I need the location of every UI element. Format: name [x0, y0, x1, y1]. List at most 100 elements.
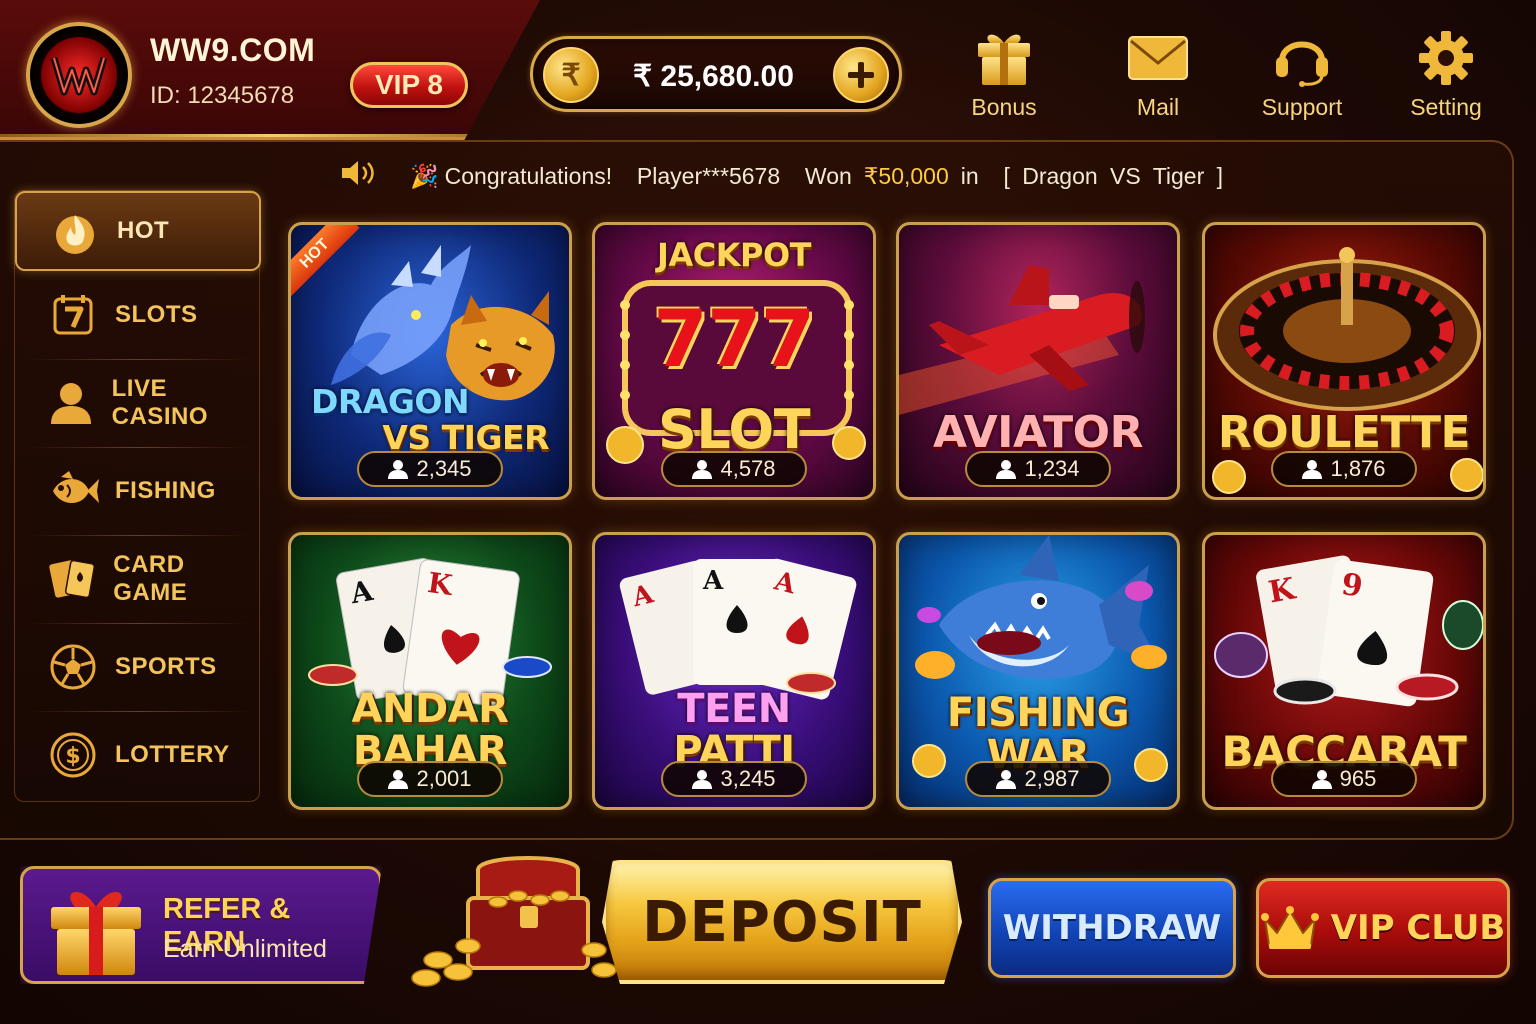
game-title: AVIATOR — [933, 407, 1143, 458]
user-icon — [1302, 460, 1323, 479]
sidebar-item-label: SPORTS — [115, 653, 217, 680]
balance-value: ₹ 25,680.00 — [633, 60, 794, 93]
game-title-line2: VS TIGER — [382, 418, 549, 457]
user-icon — [388, 770, 409, 789]
nav-support-label: Support — [1261, 94, 1343, 120]
envelope-icon — [1126, 28, 1190, 88]
fish-icon — [45, 463, 101, 519]
sidebar-item-live-casino[interactable]: LIVE CASINO — [15, 363, 261, 443]
vip-badge[interactable]: VIP 8 — [350, 62, 468, 108]
divider — [29, 359, 249, 360]
category-sidebar: HOT SLOTS LIVE CASINO FISHING CARD GAME … — [14, 190, 261, 802]
sidebar-item-label: LIVE CASINO — [111, 375, 208, 430]
deposit-label: DEPOSIT — [642, 889, 922, 955]
sidebar-item-label: SLOTS — [115, 301, 198, 328]
headset-icon — [1270, 28, 1334, 88]
player-count: 2,987 — [965, 761, 1111, 797]
game-card-fishing-war[interactable]: FISHING WAR 2,987 — [896, 532, 1180, 810]
game-card-andar-bahar[interactable]: A K ANDAR BAHAR 2,001 — [288, 532, 572, 810]
sidebar-item-label: CARD GAME — [113, 551, 188, 606]
user-icon — [388, 460, 409, 479]
user-icon — [692, 460, 713, 479]
sidebar-item-sports[interactable]: SPORTS — [15, 627, 261, 707]
player-count: 4,578 — [661, 451, 807, 487]
party-popper-icon: 🎉 — [410, 162, 439, 189]
nav-mail-label: Mail — [1136, 94, 1180, 120]
ticker-amount: ₹50,000 — [863, 162, 949, 189]
add-funds-button[interactable] — [833, 47, 889, 103]
player-count: 965 — [1271, 761, 1417, 797]
ticker-suffix: in [ Dragon VS Tiger ] — [960, 162, 1224, 189]
game-title: ANDAR — [351, 686, 509, 732]
user-icon — [996, 460, 1017, 479]
player-count: 2,001 — [357, 761, 503, 797]
game-card-teen-patti[interactable]: A A A TEEN PATTI 3,245 — [592, 532, 876, 810]
game-title: SLOT — [657, 398, 811, 461]
game-card-slot[interactable]: JACKPOT 777 SLOT 4,578 — [592, 222, 876, 500]
game-card-dragon-vs-tiger[interactable]: HOT DRAGON VS TIGER 2,345 — [288, 222, 572, 500]
divider — [29, 535, 249, 536]
nav-bonus-label: Bonus — [971, 94, 1037, 120]
vip-club-button[interactable]: VIP CLUB — [1256, 878, 1510, 978]
sidebar-item-slots[interactable]: SLOTS — [15, 275, 261, 355]
withdraw-label: WITHDRAW — [1002, 908, 1222, 948]
deposit-button[interactable]: DEPOSIT — [602, 860, 962, 984]
flame-icon — [47, 203, 103, 259]
user-icon — [1311, 770, 1332, 789]
cards-icon — [45, 551, 99, 607]
sidebar-item-label: HOT — [117, 217, 170, 244]
avatar[interactable] — [26, 22, 132, 128]
game-card-roulette[interactable]: ROULETTE 1,876 — [1202, 222, 1486, 500]
plus-icon — [848, 62, 874, 88]
nav-bonus[interactable]: Bonus — [944, 28, 1064, 128]
divider — [29, 711, 249, 712]
sidebar-item-label: LOTTERY — [115, 741, 230, 768]
sidebar-item-card-game[interactable]: CARD GAME — [15, 539, 261, 619]
game-title: ROULETTE — [1217, 407, 1471, 458]
game-title: DRAGON — [311, 382, 470, 421]
user-icon — [996, 770, 1017, 789]
speaker-icon[interactable] — [340, 158, 376, 194]
nav-setting-label: Setting — [1410, 94, 1482, 120]
refer-subtitle: Earn Unlimited — [163, 935, 327, 963]
site-name: WW9.COM — [150, 32, 316, 68]
game-card-baccarat[interactable]: K 9 BACCARAT 965 — [1202, 532, 1486, 810]
balance-box: ₹ ₹ 25,680.00 — [530, 36, 902, 112]
gift-box-icon — [51, 891, 141, 975]
vip-club-label: VIP CLUB — [1330, 908, 1506, 948]
nav-setting[interactable]: Setting — [1386, 28, 1506, 128]
user-icon — [692, 770, 713, 789]
triple-seven: 777 — [653, 295, 815, 385]
player-count: 2,345 — [357, 451, 503, 487]
gear-icon — [1414, 28, 1478, 88]
player-count: 1,876 — [1271, 451, 1417, 487]
sidebar-item-lottery[interactable]: $ LOTTERY — [15, 715, 261, 795]
sidebar-item-hot[interactable]: HOT — [15, 191, 261, 271]
divider — [29, 623, 249, 624]
ww-logo-icon — [41, 37, 117, 113]
hot-badge: HOT — [291, 225, 371, 305]
sidebar-item-label: FISHING — [115, 477, 216, 504]
game-title: TEEN — [677, 686, 791, 732]
player-count: 3,245 — [661, 761, 807, 797]
nav-support[interactable]: Support — [1242, 28, 1362, 128]
nav-mail[interactable]: Mail — [1098, 28, 1218, 128]
gift-icon — [972, 28, 1036, 88]
sidebar-item-fishing[interactable]: FISHING — [15, 451, 261, 531]
rupee-coin-icon: ₹ — [543, 47, 599, 103]
crown-icon — [1260, 906, 1319, 949]
dollar-coin-icon: $ — [45, 727, 101, 783]
user-id: ID: 12345678 — [150, 82, 295, 109]
divider — [29, 447, 249, 448]
winner-ticker: 🎉 Congratulations! Player***5678 Won ₹50… — [340, 158, 1223, 194]
game-card-aviator[interactable]: AVIATOR 1,234 — [896, 222, 1180, 500]
card-rank: A — [702, 566, 724, 596]
soccer-ball-icon — [45, 639, 101, 695]
person-icon — [45, 375, 98, 431]
withdraw-button[interactable]: WITHDRAW — [988, 878, 1236, 978]
treasure-chest-icon — [411, 856, 617, 987]
refer-earn-button[interactable]: REFER & EARN Earn Unlimited — [20, 866, 382, 984]
game-title: FISHING — [946, 690, 1130, 736]
slot-seven-icon — [45, 287, 101, 343]
svg-text:$: $ — [65, 744, 80, 769]
